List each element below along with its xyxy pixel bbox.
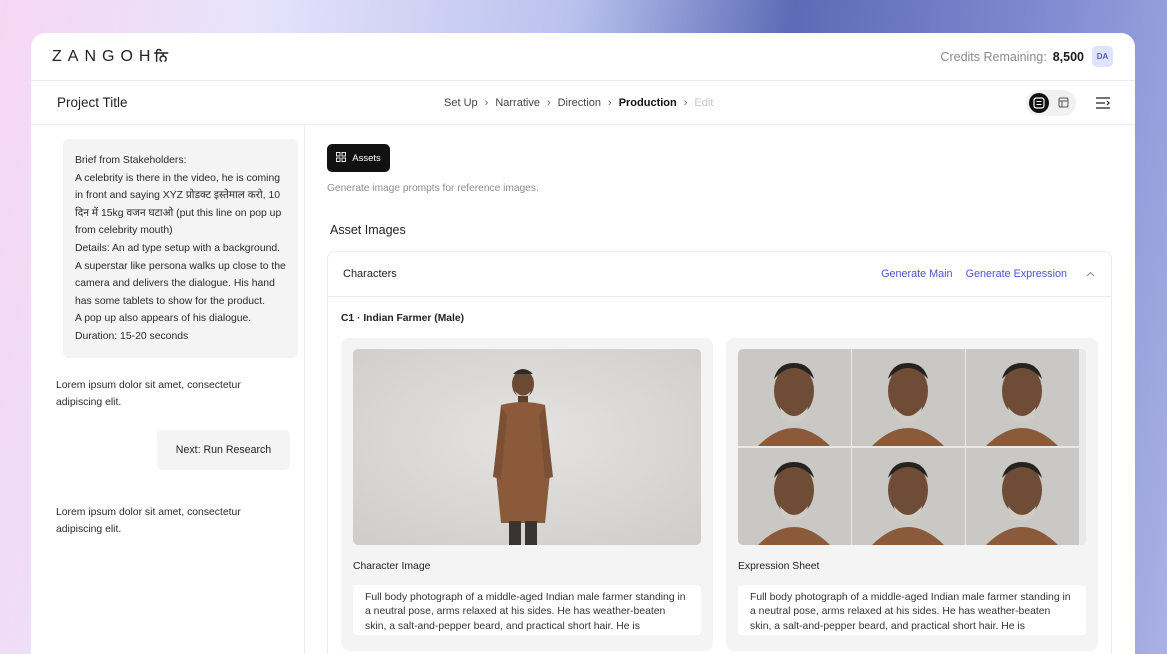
character-name: C1 · Indian Farmer (Male)	[341, 313, 465, 324]
stakeholder-brief: Brief from Stakeholders: A celebrity is …	[63, 139, 298, 358]
next-run-research-button[interactable]: Next: Run Research	[157, 429, 290, 470]
card-actions: Generate Main Generate Expression	[881, 268, 1095, 280]
chevron-right-icon: ›	[608, 97, 612, 109]
chevron-right-icon: ›	[683, 97, 688, 109]
project-bar: Project Title Set Up › Narrative › Direc…	[31, 81, 1135, 125]
view-controls	[1026, 89, 1112, 116]
logo-text: ZANGOH	[52, 47, 157, 65]
main-area: Brief from Stakeholders: A celebrity is …	[31, 125, 1135, 654]
brief-line: A celebrity is there in the video, he is…	[75, 172, 282, 237]
assets-label: Assets	[352, 152, 381, 164]
brief-line: Brief from Stakeholders:	[75, 155, 187, 166]
panel-title: Character Image	[353, 561, 431, 572]
character-image[interactable]	[353, 349, 701, 545]
avatar[interactable]: DA	[1092, 46, 1113, 67]
assets-button[interactable]: Assets	[327, 144, 390, 172]
breadcrumb-narrative[interactable]: Narrative	[495, 97, 540, 109]
chevron-right-icon: ›	[484, 97, 489, 109]
chat-sidebar: Brief from Stakeholders: A celebrity is …	[31, 125, 305, 654]
chevron-right-icon: ›	[546, 97, 551, 109]
generate-main-button[interactable]: Generate Main	[881, 268, 952, 280]
assets-hint: Generate image prompts for reference ima…	[327, 183, 539, 194]
generate-expression-button[interactable]: Generate Expression	[966, 268, 1067, 280]
credits-value: 8,500	[1052, 49, 1084, 64]
panel-menu-icon[interactable]	[1095, 96, 1112, 110]
brief-line: Details: An ad type setup with a backgro…	[75, 242, 286, 307]
section-title: Asset Images	[330, 223, 406, 237]
breadcrumb-production[interactable]: Production	[619, 97, 677, 109]
prompt-text[interactable]: Full body photograph of a middle-aged In…	[353, 585, 701, 635]
breadcrumb-setup[interactable]: Set Up	[444, 97, 478, 109]
project-title[interactable]: Project Title	[57, 95, 128, 110]
content-panel: Assets Generate image prompts for refere…	[305, 125, 1135, 654]
characters-card: Characters Generate Main Generate Expres…	[327, 251, 1112, 654]
credits-display: Credits Remaining: 8,500 DA	[940, 46, 1113, 67]
logo-suffix: ਨਿ	[154, 47, 168, 64]
character-panels: Character Image Full body photograph of …	[341, 338, 1111, 651]
panel-title: Expression Sheet	[738, 561, 820, 572]
brief-line: Duration: 15-20 seconds	[75, 330, 189, 342]
breadcrumb: Set Up › Narrative › Direction › Product…	[444, 81, 713, 125]
characters-label: Characters	[343, 268, 397, 280]
character-image-panel: Character Image Full body photograph of …	[341, 338, 713, 651]
chevron-up-icon[interactable]	[1086, 268, 1095, 280]
app-window: ZANGOHਨਿ Credits Remaining: 8,500 DA Pro…	[31, 33, 1135, 654]
credits-label: Credits Remaining:	[940, 49, 1047, 64]
brand-logo[interactable]: ZANGOHਨਿ	[52, 48, 168, 66]
assistant-message: Lorem ipsum dolor sit amet, consectetur …	[56, 379, 241, 409]
prompt-text[interactable]: Full body photograph of a middle-aged In…	[738, 585, 1086, 635]
expression-sheet-image[interactable]	[738, 349, 1086, 545]
top-bar: ZANGOHਨਿ Credits Remaining: 8,500 DA	[31, 33, 1135, 81]
grid-icon	[336, 151, 347, 165]
brief-line: A pop up also appears of his dialogue.	[75, 313, 252, 325]
expression-sheet-panel: Expression Sheet Full body photograph of…	[726, 338, 1098, 651]
characters-card-header[interactable]: Characters Generate Main Generate Expres…	[328, 252, 1111, 297]
view-toggle[interactable]	[1026, 89, 1076, 116]
assistant-message: Lorem ipsum dolor sit amet, consectetur …	[56, 506, 241, 536]
list-view-icon[interactable]	[1029, 92, 1049, 113]
breadcrumb-edit: Edit	[694, 97, 714, 109]
breadcrumb-direction[interactable]: Direction	[558, 97, 601, 109]
grid-view-icon[interactable]	[1053, 93, 1073, 113]
